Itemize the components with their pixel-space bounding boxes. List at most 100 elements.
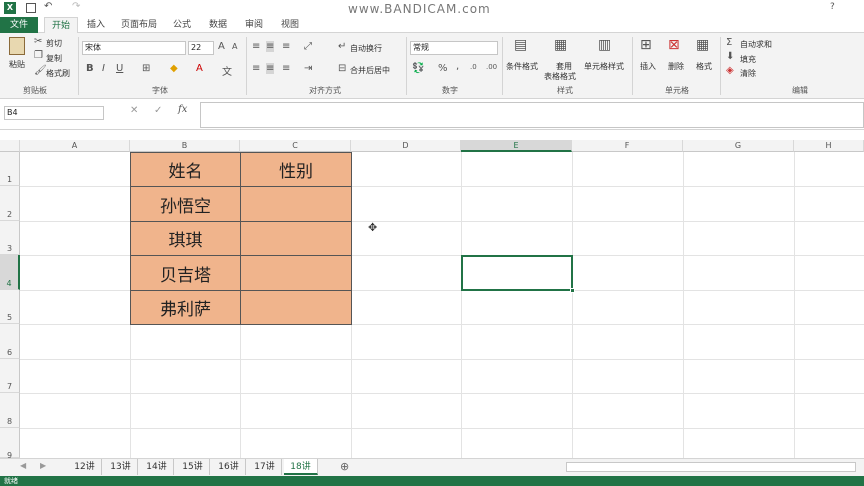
column-header-e[interactable]: E xyxy=(461,140,572,152)
sheet-tab-18[interactable]: 18讲 xyxy=(284,459,318,475)
cell-b2[interactable]: 孙悟空 xyxy=(130,186,241,222)
cell-c4[interactable] xyxy=(240,255,352,291)
column-header-d[interactable]: D xyxy=(351,140,461,152)
sheet-tab-15[interactable]: 15讲 xyxy=(176,459,210,475)
cut-button[interactable]: 剪切 xyxy=(46,38,62,49)
name-box[interactable]: B4 xyxy=(4,106,104,120)
row-header-5[interactable]: 5 xyxy=(0,290,20,324)
insert-cells-icon: ⊞ xyxy=(640,37,652,53)
paste-button[interactable]: 粘贴 xyxy=(6,37,28,73)
tab-view[interactable]: 视图 xyxy=(274,17,306,33)
fill-color-icon[interactable]: ◆ xyxy=(170,63,178,74)
column-header-f[interactable]: F xyxy=(572,140,683,152)
indent-icon[interactable]: ⇥ xyxy=(304,63,312,74)
autosum-button[interactable]: 自动求和 xyxy=(740,39,772,50)
tab-review[interactable]: 审阅 xyxy=(238,17,270,33)
save-icon[interactable] xyxy=(26,3,36,13)
font-color-icon[interactable]: A xyxy=(196,63,203,74)
format-cells-button[interactable]: 格式 xyxy=(696,61,712,72)
percent-button[interactable]: % xyxy=(438,63,448,74)
cell-b3[interactable]: 琪琪 xyxy=(130,221,241,256)
selected-cell-e4[interactable] xyxy=(461,255,573,291)
borders-icon[interactable]: ⊞ xyxy=(142,63,150,74)
align-right-icon[interactable]: ≡ xyxy=(282,63,290,74)
merge-center-button[interactable]: 合并后居中 xyxy=(350,65,390,76)
shrink-font-icon[interactable]: A xyxy=(232,42,237,51)
row-header-3[interactable]: 3 xyxy=(0,221,20,255)
tab-file[interactable]: 文件 xyxy=(0,17,38,33)
sheet-tab-12[interactable]: 12讲 xyxy=(68,459,102,475)
column-header-c[interactable]: C xyxy=(240,140,351,152)
row-header-9[interactable]: 9 xyxy=(0,428,20,458)
column-header-h[interactable]: H xyxy=(794,140,864,152)
copy-button[interactable]: 复制 xyxy=(46,53,62,64)
align-middle-icon[interactable]: ≡ xyxy=(266,41,275,52)
number-format-select[interactable]: 常规 xyxy=(410,41,498,55)
format-table-button-b[interactable]: 表格格式 xyxy=(544,71,576,82)
fill-button[interactable]: 填充 xyxy=(740,54,756,65)
sheet-tab-17[interactable]: 17讲 xyxy=(248,459,282,475)
tab-home[interactable]: 开始 xyxy=(44,17,78,33)
tab-data[interactable]: 数据 xyxy=(202,17,234,33)
scroll-left-icon[interactable]: ◀ xyxy=(20,461,26,470)
align-center-icon[interactable]: ≡ xyxy=(266,63,275,74)
row-header-7[interactable]: 7 xyxy=(0,359,20,393)
align-left-icon[interactable]: ≡ xyxy=(252,63,260,74)
cell-c2[interactable] xyxy=(240,186,352,222)
cell-c3[interactable] xyxy=(240,221,352,256)
redo-icon[interactable]: ↷ xyxy=(72,1,80,12)
column-header-b[interactable]: B xyxy=(130,140,240,152)
insert-function-button[interactable]: fx xyxy=(178,104,187,115)
help-button[interactable]: ? xyxy=(830,2,835,12)
comma-button[interactable]: , xyxy=(456,61,459,72)
currency-icon[interactable]: 💱 xyxy=(412,63,424,74)
cell-b1-header[interactable]: 姓名 xyxy=(130,152,241,187)
orientation-icon[interactable]: ⤢ xyxy=(304,41,312,52)
insert-cells-button[interactable]: 插入 xyxy=(640,61,656,72)
row-header-8[interactable]: 8 xyxy=(0,393,20,428)
font-size-select[interactable]: 22 xyxy=(188,41,214,55)
row-header-4[interactable]: 4 xyxy=(0,255,20,290)
tab-page-layout[interactable]: 页面布局 xyxy=(116,17,162,33)
cell-styles-button[interactable]: 单元格样式 xyxy=(584,61,624,72)
delete-cells-button[interactable]: 删除 xyxy=(668,61,684,72)
clear-button[interactable]: 清除 xyxy=(740,68,756,79)
row-header-1[interactable]: 1 xyxy=(0,152,20,186)
select-all-corner[interactable] xyxy=(0,140,20,152)
font-name-select[interactable]: 宋体 xyxy=(82,41,186,55)
tab-insert[interactable]: 插入 xyxy=(80,17,112,33)
row-header-2[interactable]: 2 xyxy=(0,186,20,221)
format-painter-button[interactable]: 格式刷 xyxy=(46,68,70,79)
bold-button[interactable]: B xyxy=(86,63,94,74)
phonetic-icon[interactable]: 文 xyxy=(222,63,232,78)
undo-icon[interactable]: ↶ xyxy=(44,1,52,12)
cancel-icon[interactable]: ✕ xyxy=(130,105,138,116)
sheet-tab-13[interactable]: 13讲 xyxy=(104,459,138,475)
add-sheet-icon[interactable]: ⊕ xyxy=(340,460,349,473)
cell-b4[interactable]: 贝吉塔 xyxy=(130,255,241,291)
scroll-right-icon[interactable]: ▶ xyxy=(40,461,46,470)
align-bottom-icon[interactable]: ≡ xyxy=(282,41,290,52)
grow-font-icon[interactable]: A xyxy=(218,41,225,52)
increase-decimal-icon[interactable]: .0 xyxy=(470,63,477,71)
row-header-6[interactable]: 6 xyxy=(0,324,20,359)
cell-c5[interactable] xyxy=(240,290,352,325)
worksheet-grid[interactable]: A B C D E F G H 1 2 3 4 5 6 7 8 9 姓名 性别 … xyxy=(0,140,864,458)
cell-b5[interactable]: 弗利萨 xyxy=(130,290,241,325)
column-header-a[interactable]: A xyxy=(20,140,130,152)
cell-c1-header[interactable]: 性别 xyxy=(240,152,352,187)
align-top-icon[interactable]: ≡ xyxy=(252,41,260,52)
formula-input[interactable] xyxy=(200,102,864,128)
wrap-text-button[interactable]: 自动换行 xyxy=(350,43,382,54)
decrease-decimal-icon[interactable]: .00 xyxy=(486,63,497,71)
column-header-g[interactable]: G xyxy=(683,140,794,152)
enter-icon[interactable]: ✓ xyxy=(154,105,162,116)
underline-button[interactable]: U xyxy=(116,63,123,74)
fill-handle[interactable] xyxy=(570,288,575,293)
sheet-tab-16[interactable]: 16讲 xyxy=(212,459,246,475)
horizontal-scrollbar[interactable] xyxy=(566,462,856,472)
sheet-tab-14[interactable]: 14讲 xyxy=(140,459,174,475)
conditional-format-button[interactable]: 条件格式 xyxy=(506,61,538,72)
italic-button[interactable]: I xyxy=(102,63,105,74)
tab-formulas[interactable]: 公式 xyxy=(166,17,198,33)
